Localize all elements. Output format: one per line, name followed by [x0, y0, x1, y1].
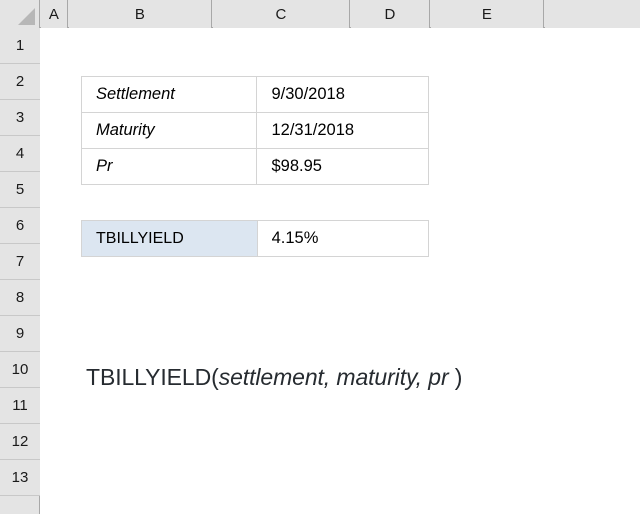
row-header-11[interactable]: 11	[0, 388, 40, 424]
spreadsheet-canvas: Settlement 9/30/2018 Maturity 12/31/2018…	[0, 0, 640, 514]
row-header-13[interactable]: 13	[0, 460, 40, 496]
result-table: TBILLYIELD 4.15%	[81, 220, 430, 257]
cell-c3-maturity-value[interactable]: 12/31/2018	[256, 112, 429, 149]
row-header-strip: 1 2 3 4 5 6 7 8 9 10 11 12 13	[0, 28, 40, 514]
syntax-arguments: settlement, maturity, pr	[218, 364, 449, 390]
select-all-triangle-icon	[18, 8, 35, 25]
column-header-e[interactable]: E	[431, 0, 544, 28]
row-header-8[interactable]: 8	[0, 280, 40, 316]
row-header-4[interactable]: 4	[0, 136, 40, 172]
row-header-7[interactable]: 7	[0, 244, 40, 280]
row-header-10[interactable]: 10	[0, 352, 40, 388]
column-header-d[interactable]: D	[351, 0, 430, 28]
row-header-1[interactable]: 1	[0, 28, 40, 64]
row-header-9[interactable]: 9	[0, 316, 40, 352]
table-row[interactable]: TBILLYIELD 4.15%	[81, 220, 430, 257]
cell-c2-settlement-value[interactable]: 9/30/2018	[256, 76, 429, 113]
table-row[interactable]: Maturity 12/31/2018	[80, 112, 429, 149]
row-header-6[interactable]: 6	[0, 208, 40, 244]
cell-b6-tbillyield-label[interactable]: TBILLYIELD	[81, 220, 258, 257]
table-row[interactable]: Pr $98.95	[80, 148, 429, 185]
column-header-strip: ABCDE	[0, 0, 640, 28]
function-syntax-line: TBILLYIELD(settlement, maturity, pr )	[86, 364, 462, 391]
row-header-3[interactable]: 3	[0, 100, 40, 136]
cell-c4-pr-value[interactable]: $98.95	[256, 148, 429, 185]
column-header-b[interactable]: B	[69, 0, 212, 28]
cell-c6-tbillyield-value[interactable]: 4.15%	[256, 220, 430, 257]
column-header-c[interactable]: C	[213, 0, 350, 28]
row-header-2[interactable]: 2	[0, 64, 40, 100]
inputs-table: Settlement 9/30/2018 Maturity 12/31/2018…	[80, 76, 429, 185]
select-all-button[interactable]	[0, 0, 40, 28]
syntax-closing-paren: )	[448, 364, 463, 390]
table-row[interactable]: Settlement 9/30/2018	[80, 76, 429, 113]
cell-b4-pr-label[interactable]: Pr	[80, 148, 258, 185]
cell-b2-settlement-label[interactable]: Settlement	[80, 76, 258, 113]
cell-b3-maturity-label[interactable]: Maturity	[80, 112, 258, 149]
row-header-5[interactable]: 5	[0, 172, 40, 208]
column-header-a[interactable]: A	[41, 0, 68, 28]
row-header-12[interactable]: 12	[0, 424, 40, 460]
column-header-overflow	[545, 0, 640, 28]
syntax-function-name: TBILLYIELD(	[86, 364, 219, 390]
